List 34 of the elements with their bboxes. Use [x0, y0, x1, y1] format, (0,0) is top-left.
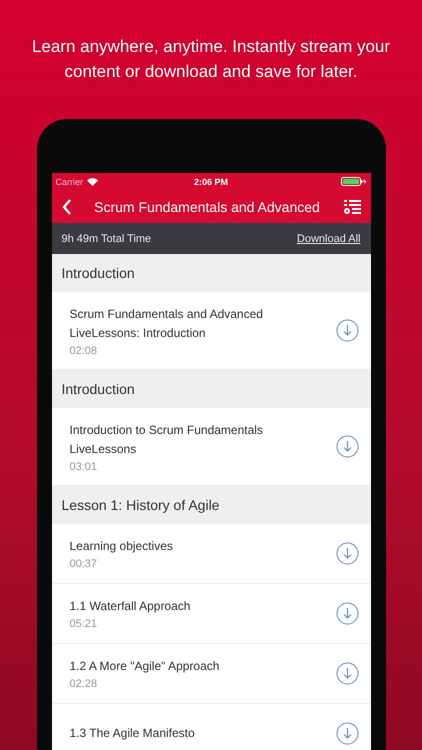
download-button[interactable] — [336, 542, 358, 565]
lesson-title: 1.2 A More "Agile" Approach — [70, 658, 220, 675]
lesson-duration: 02:08 — [70, 344, 98, 356]
section-header: Introduction — [52, 370, 370, 408]
lesson-row[interactable]: Learning objectives 00:37 — [52, 524, 370, 584]
back-icon[interactable] — [62, 198, 72, 214]
tagline: Learn anywhere, anytime. Instantly stream your content or download and save for later. — [31, 36, 391, 83]
lesson-title: Introduction to Scrum Fundamentals LiveLessons — [70, 422, 264, 458]
total-time: 9h 49m Total Time — [62, 232, 152, 244]
list-settings-icon[interactable] — [342, 198, 360, 214]
section-header: Introduction — [52, 254, 370, 292]
lesson-row[interactable]: 1.3 The Agile Manifesto — [52, 704, 370, 750]
nav-title: Scrum Fundamentals and Advanced — [93, 198, 321, 214]
lesson-duration: 00:37 — [70, 558, 98, 570]
lesson-duration: 03:01 — [70, 460, 98, 472]
download-all-link[interactable]: Download All — [296, 232, 360, 244]
status-time: 2:06 PM — [194, 176, 228, 186]
lesson-title: 1.3 The Agile Manifesto — [70, 725, 196, 742]
lesson-duration: 05:21 — [70, 618, 98, 630]
carrier-label: Carrier — [56, 176, 84, 186]
lesson-row[interactable]: 1.2 A More "Agile" Approach 02:28 — [52, 644, 370, 704]
lesson-row[interactable]: 1.1 Waterfall Approach 05:21 — [52, 584, 370, 644]
section-header: Lesson 1: History of Agile — [52, 486, 370, 524]
lesson-duration: 02:28 — [70, 678, 98, 690]
download-button[interactable] — [336, 319, 358, 342]
download-button[interactable] — [336, 722, 358, 745]
download-button[interactable] — [336, 435, 358, 458]
download-button[interactable] — [336, 602, 358, 625]
battery-icon — [340, 177, 367, 186]
lesson-title: 1.1 Waterfall Approach — [70, 598, 192, 615]
download-button[interactable] — [336, 662, 358, 685]
wifi-icon — [87, 178, 98, 186]
lesson-title: Learning objectives — [70, 538, 174, 555]
lesson-title: Scrum Fundamentals and Advanced LiveLessons: Introduction — [70, 306, 264, 342]
